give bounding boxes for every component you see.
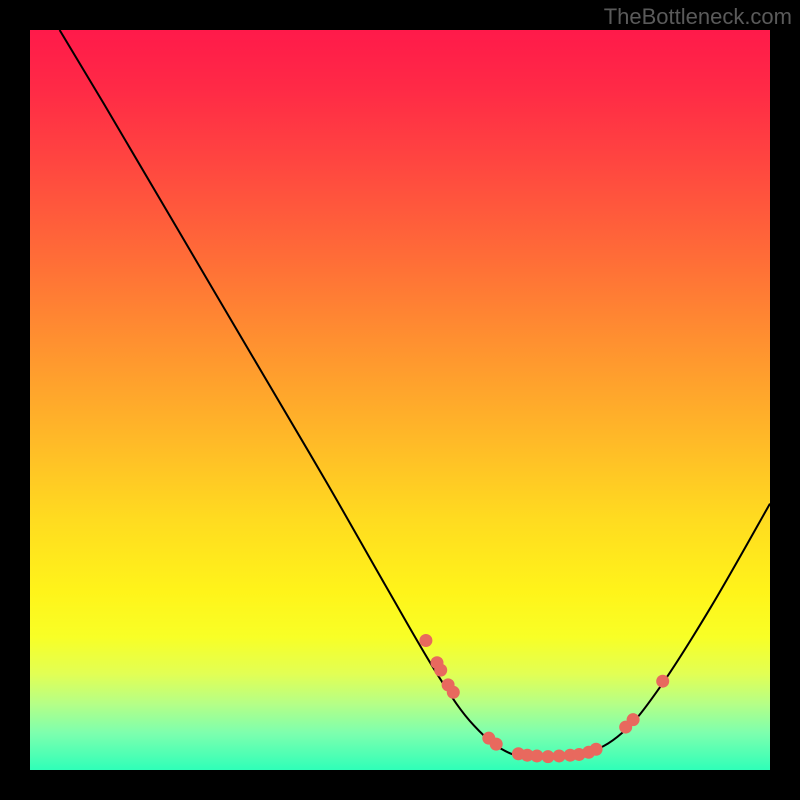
data-marker [530,749,543,762]
data-marker [627,713,640,726]
watermark-text: TheBottleneck.com [604,4,792,30]
bottleneck-curve [60,30,770,757]
data-marker [553,749,566,762]
data-marker [490,738,503,751]
data-marker [447,686,460,699]
data-marker [542,750,555,763]
chart-svg [30,30,770,770]
plot-area [30,30,770,770]
data-marker [656,675,669,688]
data-marker [419,634,432,647]
data-marker [434,664,447,677]
data-marker [590,743,603,756]
data-markers [419,634,669,763]
